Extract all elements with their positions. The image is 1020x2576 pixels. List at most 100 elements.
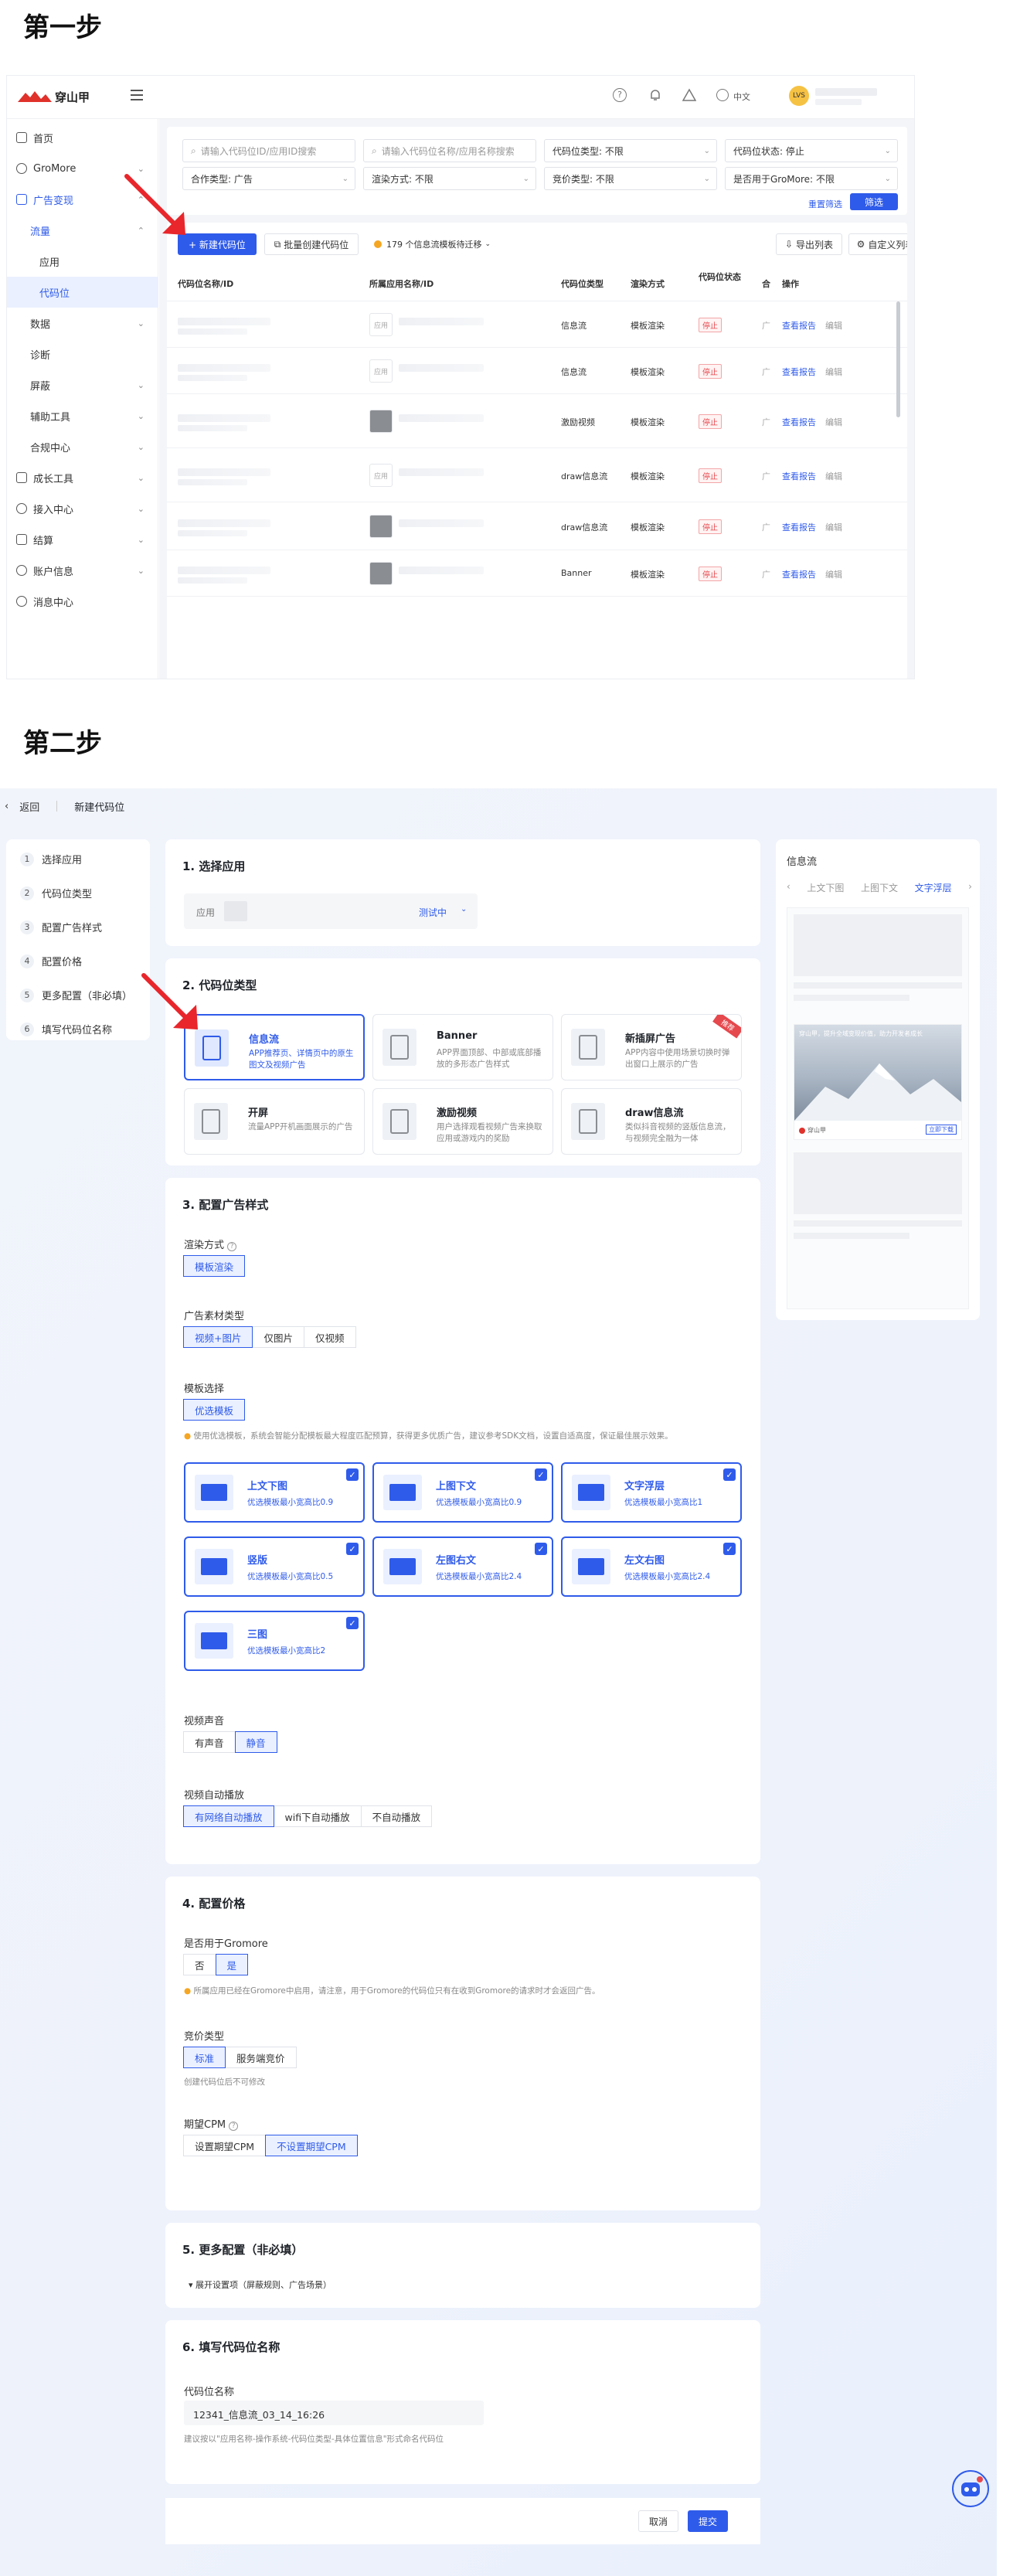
cancel-button[interactable]: 取消 [638, 2510, 678, 2532]
preview-tab-2[interactable]: 文字浮层 [915, 881, 952, 894]
autoplay-option-off[interactable]: 不自动播放 [360, 1805, 433, 1827]
checkbox-checked-icon[interactable]: ✓ [723, 1468, 736, 1481]
slot-type-card[interactable]: draw信息流 类似抖音视频的竖版信息流，与视频完全融为一体 [561, 1088, 742, 1155]
slot-type-card[interactable]: 新插屏广告 APP内容中使用场景切换时弹出窗口上展示的广告 推荐 [561, 1014, 742, 1080]
coop-type-select[interactable]: 合作类型: 广告 ⌄ [182, 167, 355, 190]
batch-create-button[interactable]: ⧉ 批量创建代码位 [264, 233, 359, 255]
checkbox-checked-icon[interactable]: ✓ [535, 1468, 547, 1481]
sidebar-item-settle[interactable]: 结算 ⌄ [7, 524, 158, 555]
sidebar-item-growth[interactable]: 成长工具 ⌄ [7, 462, 158, 493]
template-option-preferred[interactable]: 优选模板 [183, 1399, 246, 1421]
gromore-option-no[interactable]: 否 [183, 1954, 216, 1975]
slot-type-card[interactable]: Banner APP界面顶部、中部或底部播放的多形态广告样式 [372, 1014, 553, 1080]
template-migration-notice[interactable]: 179 个信息流模板待迁移 ⌄ [374, 238, 491, 250]
template-card[interactable]: 左图右文 优选模板最小宽高比2.4 ✓ [372, 1536, 553, 1597]
slot-type-select[interactable]: 代码位类型: 不限 ⌄ [544, 139, 717, 162]
sidebar-item-tools[interactable]: 辅助工具 ⌄ [7, 400, 158, 431]
sound-option-on[interactable]: 有声音 [183, 1731, 236, 1753]
autoplay-option-network[interactable]: 有网络自动播放 [183, 1805, 274, 1827]
search-id-input[interactable]: ⌕ 请输入代码位ID/应用ID搜索 [182, 139, 355, 162]
material-option-video-image[interactable]: 视频+图片 [183, 1326, 253, 1348]
view-report-link[interactable]: 查看报告 [782, 416, 816, 428]
table-scrollbar[interactable] [896, 301, 900, 417]
view-report-link[interactable]: 查看报告 [782, 366, 816, 378]
view-report-link[interactable]: 查看报告 [782, 568, 816, 580]
template-card[interactable]: 竖版 优选模板最小宽高比0.5 ✓ [184, 1536, 365, 1597]
edit-link[interactable]: 编辑 [825, 470, 842, 482]
submit-button[interactable]: 提交 [688, 2510, 728, 2532]
edit-link[interactable]: 编辑 [825, 521, 842, 533]
edit-link[interactable]: 编辑 [825, 319, 842, 332]
bid-option-standard[interactable]: 标准 [183, 2047, 226, 2068]
cpm-option-unset[interactable]: 不设置期望CPM [265, 2135, 358, 2156]
autoplay-option-wifi[interactable]: wifi下自动播放 [273, 1805, 362, 1827]
chatbot-icon[interactable] [952, 2470, 989, 2507]
filter-button[interactable]: 筛选 [850, 193, 898, 210]
slot-status-select[interactable]: 代码位状态: 停止 ⌄ [725, 139, 898, 162]
template-card[interactable]: 三图 优选模板最小宽高比2 ✓ [184, 1611, 365, 1671]
help-icon[interactable]: ? [613, 88, 627, 102]
sound-option-mute[interactable]: 静音 [234, 1731, 277, 1753]
avatar[interactable]: LVS [789, 86, 809, 106]
language-switch[interactable]: 中文 [733, 90, 750, 103]
expand-settings-link[interactable]: ▾ 展开设置项（屏蔽规则、广告场景） [189, 2278, 332, 2291]
next-tab-icon[interactable]: › [968, 881, 972, 894]
back-chevron-icon[interactable]: ‹ [5, 801, 8, 812]
warning-icon[interactable] [682, 88, 697, 102]
sidebar-item-diagnose[interactable]: 诊断 [7, 339, 158, 369]
template-card[interactable]: 上文下图 优选模板最小宽高比0.9 ✓ [184, 1462, 365, 1523]
step-nav-item[interactable]: 2 代码位类型 [20, 886, 92, 900]
sidebar-item-message[interactable]: 消息中心 [7, 586, 158, 617]
view-report-link[interactable]: 查看报告 [782, 470, 816, 482]
search-name-input[interactable]: ⌕ 请输入代码位名称/应用名称搜索 [363, 139, 536, 162]
sidebar-item-compliance[interactable]: 合规中心 ⌄ [7, 431, 158, 462]
bell-icon[interactable] [648, 88, 662, 102]
bid-option-server[interactable]: 服务端竞价 [225, 2047, 297, 2068]
sidebar-item-access[interactable]: 接入中心 ⌄ [7, 493, 158, 524]
checkbox-checked-icon[interactable]: ✓ [346, 1543, 359, 1555]
step-nav-item[interactable]: 6 填写代码位名称 [20, 1022, 112, 1036]
edit-link[interactable]: 编辑 [825, 416, 842, 428]
step-nav-item[interactable]: 3 配置广告样式 [20, 920, 102, 934]
step-nav-item[interactable]: 1 选择应用 [20, 852, 82, 866]
gromore-option-yes[interactable]: 是 [215, 1954, 249, 1975]
sidebar-item-data[interactable]: 数据 ⌄ [7, 308, 158, 339]
checkbox-checked-icon[interactable]: ✓ [535, 1543, 547, 1555]
slot-type-card[interactable]: 开屏 流量APP开机画面展示的广告 [184, 1088, 365, 1155]
globe-icon[interactable] [716, 89, 729, 101]
view-report-link[interactable]: 查看报告 [782, 319, 816, 332]
slot-type-card[interactable]: 激励视频 用户选择观看视频广告来换取应用或游戏内的奖励 [372, 1088, 553, 1155]
sidebar-item-app[interactable]: 应用 [7, 246, 158, 277]
reset-filter-link[interactable]: 重置筛选 [808, 198, 842, 210]
preview-tab-0[interactable]: 上文下图 [807, 881, 844, 894]
edit-link[interactable]: 编辑 [825, 568, 842, 580]
view-report-link[interactable]: 查看报告 [782, 521, 816, 533]
sidebar-item-block[interactable]: 屏蔽 ⌄ [7, 369, 158, 400]
custom-columns-button[interactable]: ⚙自定义列表 [848, 233, 907, 255]
preview-tab-1[interactable]: 上图下文 [861, 881, 898, 894]
app-select[interactable]: 应用 测试中 ⌄ [184, 893, 478, 929]
template-card[interactable]: 文字浮层 优选模板最小宽高比1 ✓ [561, 1462, 742, 1523]
sidebar-item-home[interactable]: 首页 [7, 122, 158, 153]
slot-type-card[interactable]: 信息流 APP推荐页、详情页中的原生图文及视频广告 [184, 1014, 365, 1080]
prev-tab-icon[interactable]: ‹ [787, 881, 790, 894]
template-card[interactable]: 左文右图 优选模板最小宽高比2.4 ✓ [561, 1536, 742, 1597]
bid-type-select[interactable]: 竞价类型: 不限 ⌄ [544, 167, 717, 190]
slot-name-input[interactable]: 12341_信息流_03_14_16:26 [184, 2401, 484, 2425]
sidebar-item-adslot[interactable]: 代码位 [7, 277, 158, 308]
export-button[interactable]: ⇩ 导出列表 [776, 233, 842, 255]
checkbox-checked-icon[interactable]: ✓ [346, 1468, 359, 1481]
material-option-image[interactable]: 仅图片 [252, 1326, 304, 1348]
gromore-select[interactable]: 是否用于GroMore: 不限 ⌄ [725, 167, 898, 190]
template-card[interactable]: 上图下文 优选模板最小宽高比0.9 ✓ [372, 1462, 553, 1523]
checkbox-checked-icon[interactable]: ✓ [346, 1617, 359, 1629]
collapse-menu-icon[interactable] [131, 90, 143, 100]
material-option-video[interactable]: 仅视频 [304, 1326, 356, 1348]
step-nav-item[interactable]: 4 配置价格 [20, 954, 82, 968]
cpm-option-set[interactable]: 设置期望CPM [183, 2135, 267, 2156]
render-option-template[interactable]: 模板渲染 [183, 1255, 246, 1277]
render-type-select[interactable]: 渲染方式: 不限 ⌄ [363, 167, 536, 190]
step-nav-item[interactable]: 5 更多配置（非必填） [20, 988, 132, 1002]
back-link[interactable]: 返回 [19, 799, 39, 814]
checkbox-checked-icon[interactable]: ✓ [723, 1543, 736, 1555]
